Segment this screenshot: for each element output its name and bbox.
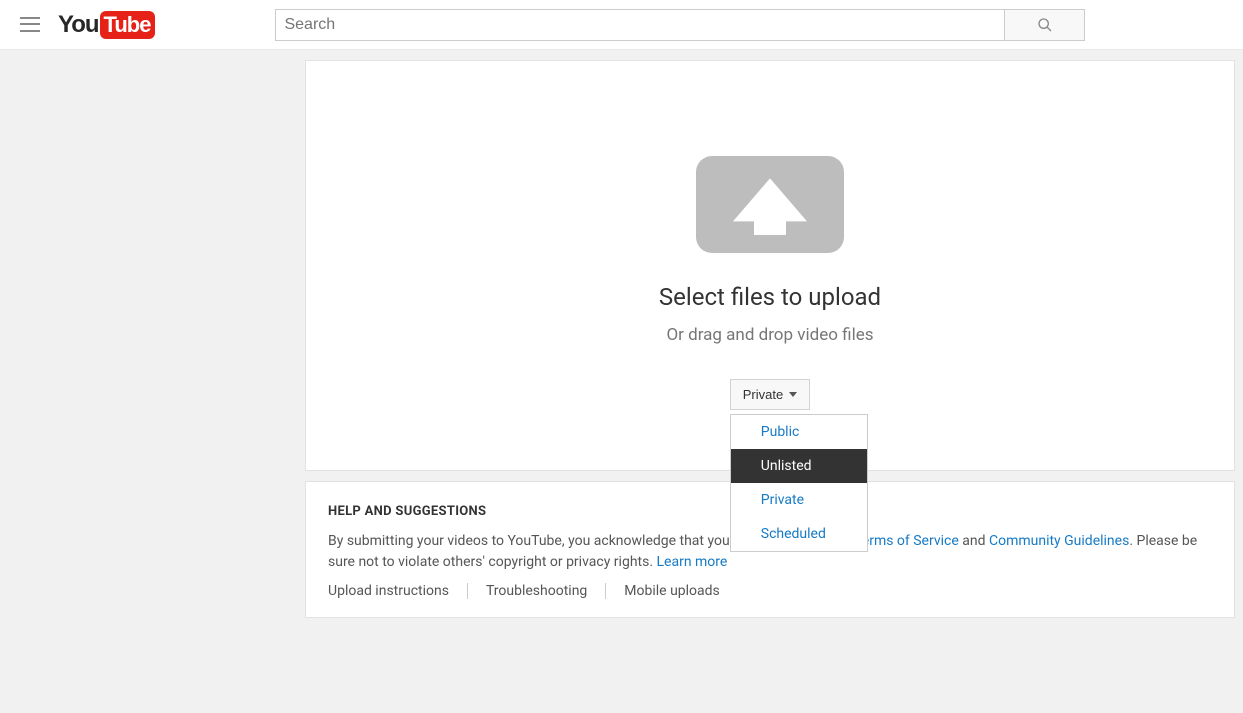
learn-more-link[interactable]: Learn more: [657, 554, 728, 570]
logo-text-tube: Tube: [100, 11, 156, 39]
logo-text-you: You: [58, 11, 99, 39]
privacy-dropdown: PublicUnlistedPrivateScheduled: [730, 414, 868, 552]
help-link[interactable]: Upload instructions: [328, 583, 468, 599]
search-button[interactable]: [1005, 9, 1085, 41]
help-links: Upload instructions Troubleshooting Mobile…: [328, 583, 1212, 599]
search-bar: [275, 9, 1085, 41]
youtube-logo[interactable]: You Tube: [58, 11, 155, 39]
privacy-button[interactable]: Private: [730, 379, 810, 410]
chevron-down-icon: [789, 392, 797, 397]
privacy-label: Private: [743, 387, 783, 402]
privacy-option-unlisted[interactable]: Unlisted: [731, 449, 867, 483]
upload-panel: Select files to upload Or drag and drop …: [305, 60, 1235, 471]
privacy-option-public[interactable]: Public: [731, 415, 867, 449]
main-content: Select files to upload Or drag and drop …: [305, 60, 1235, 618]
privacy-option-scheduled[interactable]: Scheduled: [731, 517, 867, 551]
help-link[interactable]: Troubleshooting: [486, 583, 606, 599]
menu-icon[interactable]: [20, 15, 40, 35]
help-link[interactable]: Mobile uploads: [624, 583, 737, 599]
upload-title: Select files to upload: [659, 283, 881, 311]
privacy-option-private[interactable]: Private: [731, 483, 867, 517]
search-input[interactable]: [275, 9, 1005, 41]
header: You Tube: [0, 0, 1243, 50]
upload-icon[interactable]: [696, 156, 844, 253]
guidelines-link[interactable]: Community Guidelines: [989, 533, 1129, 549]
search-icon: [1037, 17, 1053, 33]
upload-subtitle: Or drag and drop video files: [666, 325, 873, 345]
tos-link[interactable]: Terms of Service: [854, 533, 959, 549]
privacy-selector: Private PublicUnlistedPrivateScheduled: [730, 379, 810, 410]
